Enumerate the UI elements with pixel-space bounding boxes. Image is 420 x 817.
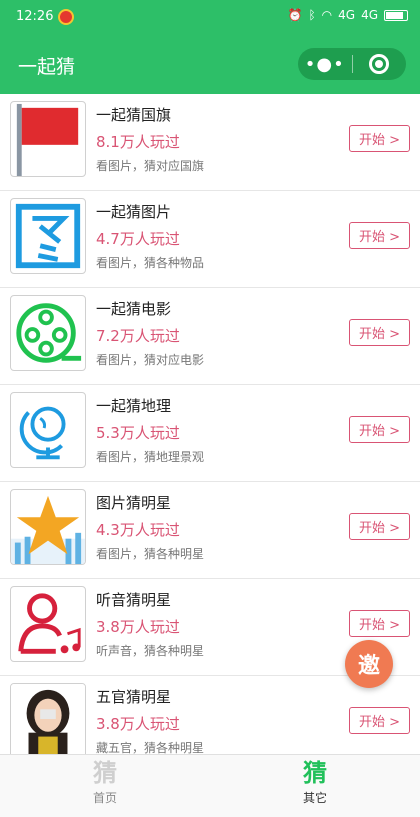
play-count: 3.8万人玩过	[96, 715, 180, 733]
list-item[interactable]: 一起猜图片 4.7万人玩过 看图片，猜各种物品 开始 >	[0, 191, 420, 288]
list-item[interactable]: 一起猜电影 7.2万人玩过 看图片，猜对应电影 开始 >	[0, 288, 420, 385]
game-description: 听声音，猜各种明星	[96, 644, 205, 658]
start-button[interactable]: 开始 >	[349, 416, 410, 443]
game-description: 藏五官，猜各种明星	[96, 741, 205, 754]
tab-bar: 猜 首页 猜 其它	[0, 754, 420, 817]
list-item[interactable]: 五官猜明星 3.8万人玩过 藏五官，猜各种明星 开始 >	[0, 676, 420, 754]
bluetooth-icon: ᛒ	[308, 8, 316, 22]
close-icon	[369, 54, 390, 74]
play-count: 7.2万人玩过	[96, 327, 180, 345]
game-description: 看图片，猜地理景观	[96, 450, 205, 464]
start-button[interactable]: 开始 >	[349, 707, 410, 734]
status-bar: 12:26 ⏰ ᛒ ◠ 4G 4G	[0, 0, 420, 34]
wifi-icon: ◠	[321, 8, 333, 22]
tab-other[interactable]: 猜 其它	[210, 755, 420, 817]
play-count: 4.3万人玩过	[96, 521, 180, 539]
start-button[interactable]: 开始 >	[349, 125, 410, 152]
status-icons: ⏰ ᛒ ◠ 4G 4G	[287, 8, 408, 22]
play-count: 5.3万人玩过	[96, 424, 180, 442]
tab-home[interactable]: 猜 首页	[0, 755, 210, 817]
other-tab-icon: 猜	[303, 759, 327, 787]
invite-button[interactable]: 邀	[345, 640, 393, 688]
nav-bar: 一起猜 •●•	[0, 34, 420, 94]
close-button[interactable]	[352, 54, 406, 74]
game-name: 一起猜图片	[96, 203, 172, 221]
battery-icon	[384, 9, 408, 21]
game-name: 五官猜明星	[96, 688, 172, 706]
game-description: 看图片，猜各种明星	[96, 547, 205, 561]
mini-program-capsule: •●•	[298, 48, 406, 80]
start-button[interactable]: 开始 >	[349, 222, 410, 249]
start-button[interactable]: 开始 >	[349, 513, 410, 540]
game-name: 图片猜明星	[96, 494, 172, 512]
game-description: 看图片，猜对应国旗	[96, 159, 205, 173]
face-portrait-icon	[10, 683, 86, 754]
page-title: 一起猜	[18, 56, 76, 78]
red-flag-icon	[10, 101, 86, 177]
play-count: 3.8万人玩过	[96, 618, 180, 636]
star-icon	[10, 489, 86, 565]
game-name: 一起猜电影	[96, 300, 172, 318]
game-name: 一起猜地理	[96, 397, 172, 415]
play-count: 8.1万人玩过	[96, 133, 180, 151]
list-item[interactable]: 一起猜国旗 8.1万人玩过 看图片，猜对应国旗 开始 >	[0, 94, 420, 191]
notification-icon	[58, 9, 74, 25]
tab-label: 首页	[92, 791, 117, 805]
list-item[interactable]: 一起猜地理 5.3万人玩过 看图片，猜地理景观 开始 >	[0, 385, 420, 482]
game-name: 听音猜明星	[96, 591, 172, 609]
signal-label: 4G	[361, 8, 378, 22]
more-button[interactable]: •●•	[298, 54, 352, 75]
start-button[interactable]: 开始 >	[349, 319, 410, 346]
game-description: 看图片，猜对应电影	[96, 353, 205, 367]
person-music-icon	[10, 586, 86, 662]
list-item[interactable]: 图片猜明星 4.3万人玩过 看图片，猜各种明星 开始 >	[0, 482, 420, 579]
status-time: 12:26	[16, 9, 54, 24]
picture-character-icon	[10, 198, 86, 274]
globe-icon	[10, 392, 86, 468]
tab-label: 其它	[302, 791, 327, 805]
film-reel-icon	[10, 295, 86, 371]
game-description: 看图片，猜各种物品	[96, 256, 205, 270]
play-count: 4.7万人玩过	[96, 230, 180, 248]
home-tab-icon: 猜	[93, 759, 117, 787]
network-label: 4G	[338, 8, 356, 22]
game-name: 一起猜国旗	[96, 106, 172, 124]
start-button[interactable]: 开始 >	[349, 610, 410, 637]
alarm-icon: ⏰	[287, 8, 303, 22]
